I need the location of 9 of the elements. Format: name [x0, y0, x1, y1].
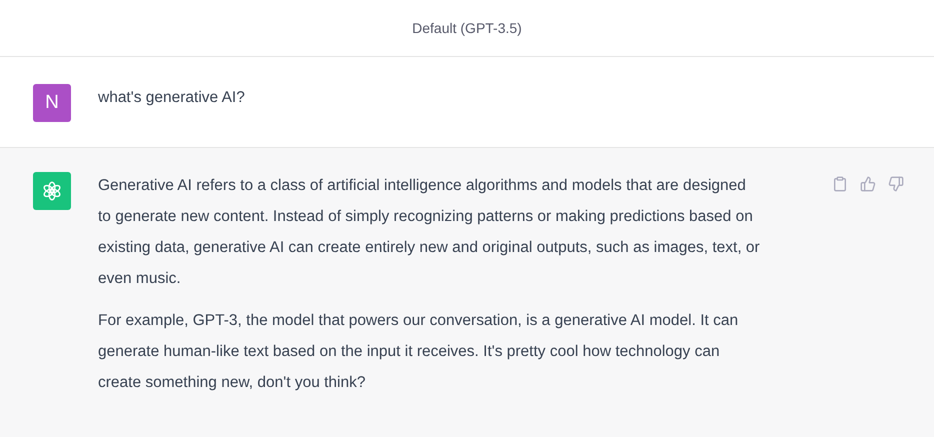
copy-icon[interactable] — [832, 176, 848, 192]
assistant-message: For example, GPT-3, the model that powers our conversation, is a generative AI model. It can generate human-like text based on the input it receives. It's pretty cool how technology can create something new, don't you think? — [98, 311, 740, 393]
thumbs-down-icon[interactable] — [888, 176, 904, 192]
thumbs-up-icon[interactable] — [860, 176, 876, 192]
user-avatar: N — [33, 84, 71, 122]
user-message: what's generative AI? — [98, 88, 246, 108]
assistant-message: Generative AI refers to a class of artificial intelligence algorithms and models that are designed to generate new content. Instead of simply recognizing patterns or making predictions based on existing data, generative AI can create entirely new and original outputs, such as images, text, or even music. — [98, 176, 761, 289]
assistant-avatar-icon — [33, 172, 71, 210]
model-title: Default (GPT-3.5) — [412, 18, 522, 38]
